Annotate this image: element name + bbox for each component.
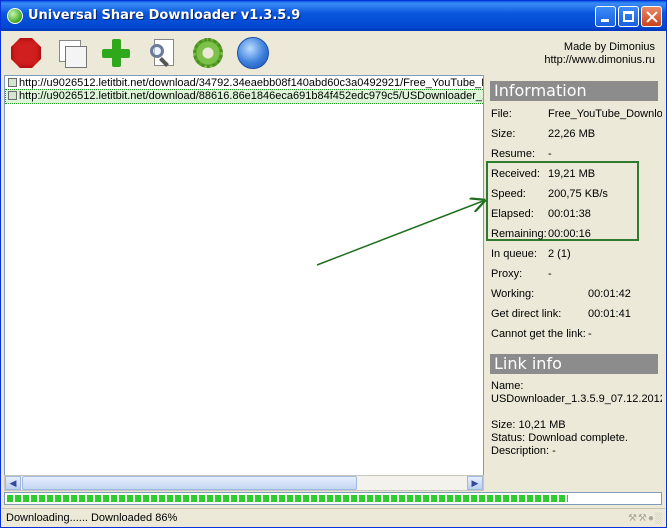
app-window: Universal Share Downloader v1.3.5.9 Made… <box>0 0 667 528</box>
speed-label: Speed: <box>491 188 526 200</box>
link-info-header: Link info <box>490 354 658 374</box>
minimize-icon <box>601 19 609 22</box>
scroll-right-button[interactable]: ▶ <box>467 476 483 490</box>
author-name: Made by Dimonius <box>563 41 655 53</box>
maximize-icon <box>623 11 634 22</box>
web-button[interactable] <box>237 37 269 69</box>
stop-button[interactable] <box>10 37 42 69</box>
gear-icon <box>193 38 223 68</box>
link-url: http://u9026512.letitbit.net/download/34… <box>19 77 484 89</box>
toolbar: Made by Dimonius http://www.dimonius.ru <box>2 31 665 73</box>
horizontal-scrollbar[interactable]: ◀ ▶ <box>4 475 484 491</box>
proxy-label: Proxy: <box>491 268 523 280</box>
remaining-label: Remaining: <box>491 228 547 240</box>
inqueue-label: In queue: <box>491 248 537 260</box>
file-label: File: <box>491 108 512 120</box>
link-size: Size: 10,21 MB <box>491 419 566 431</box>
cannot-label: Cannot get the link: <box>491 328 586 340</box>
globe-icon <box>237 37 269 69</box>
link-description: Description: - <box>491 445 556 457</box>
name-label: Name: <box>491 380 524 392</box>
resume-value: - <box>548 148 552 160</box>
add-button[interactable] <box>100 37 132 69</box>
resume-label: Resume: <box>491 148 536 160</box>
scroll-left-button[interactable]: ◀ <box>5 476 21 490</box>
directlink-value: 00:01:41 <box>588 308 631 320</box>
speed-value: 200,75 KB/s <box>548 188 608 200</box>
link-status: Status: Download complete. <box>491 432 628 444</box>
app-icon <box>7 8 23 24</box>
directlink-label: Get direct link: <box>491 308 562 320</box>
file-value: Free_YouTube_Downlo <box>548 108 662 120</box>
link-list[interactable]: http://u9026512.letitbit.net/download/34… <box>4 75 484 491</box>
search-button[interactable] <box>148 37 180 69</box>
author-url[interactable]: http://www.dimonius.ru <box>544 54 655 67</box>
link-row[interactable]: http://u9026512.letitbit.net/download/34… <box>6 77 484 90</box>
elapsed-value: 00:01:38 <box>548 208 591 220</box>
author-credit: Made by Dimonius http://www.dimonius.ru <box>544 41 655 67</box>
elapsed-label: Elapsed: <box>491 208 534 220</box>
scroll-thumb[interactable] <box>22 476 357 490</box>
status-icons: ⚒⚒●░ <box>627 513 663 524</box>
window-title: Universal Share Downloader v1.3.5.9 <box>28 8 301 23</box>
inqueue-value: 2 (1) <box>548 248 571 260</box>
received-label: Received: <box>491 168 540 180</box>
close-button[interactable] <box>641 6 662 27</box>
row-checkbox[interactable] <box>8 78 17 87</box>
settings-button[interactable] <box>192 37 224 69</box>
size-label: Size: <box>491 128 516 140</box>
copy-button[interactable] <box>57 37 89 69</box>
link-row-selected[interactable]: http://u9026512.letitbit.net/download/88… <box>5 89 484 104</box>
cannot-value: - <box>588 328 592 340</box>
name-value: USDownloader_1.3.5.9_07.12.2012 <box>491 393 662 405</box>
information-header: Information <box>490 81 658 101</box>
link-url: http://u9026512.letitbit.net/download/88… <box>19 90 484 102</box>
title-bar[interactable]: Universal Share Downloader v1.3.5.9 <box>1 1 666 31</box>
stop-icon <box>11 38 41 68</box>
status-text: Downloading...... Downloaded 86% <box>6 512 178 524</box>
row-checkbox[interactable] <box>8 91 17 100</box>
working-value: 00:01:42 <box>588 288 631 300</box>
received-value: 19,21 MB <box>548 168 596 180</box>
working-label: Working: <box>491 288 535 300</box>
remaining-value: 00:00:16 <box>548 228 591 240</box>
progress-fill <box>7 495 568 502</box>
minimize-button[interactable] <box>595 6 616 27</box>
proxy-value: - <box>548 268 552 280</box>
maximize-button[interactable] <box>618 6 639 27</box>
progress-bar <box>4 492 662 505</box>
status-bar: Downloading...... Downloaded 86% ⚒⚒●░ <box>2 508 665 527</box>
info-panel: Information File: Free_YouTube_Downlo Si… <box>486 75 662 491</box>
size-value: 22,26 MB <box>548 128 596 140</box>
